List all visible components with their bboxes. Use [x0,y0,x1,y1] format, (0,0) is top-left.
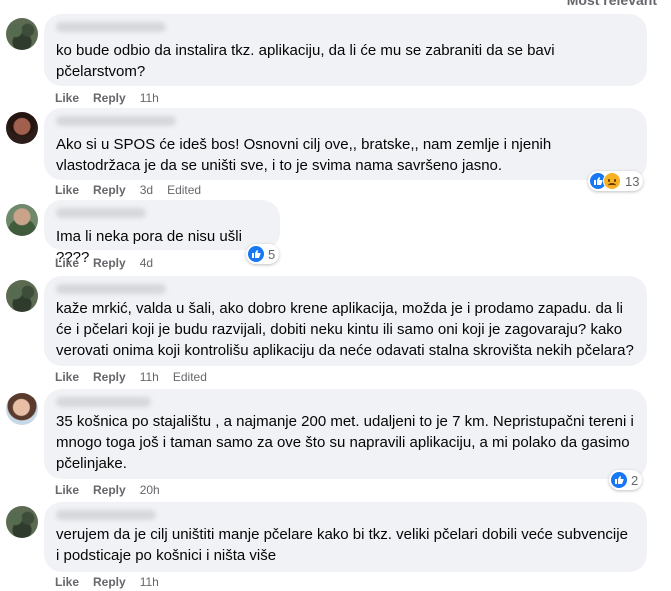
sort-menu[interactable]: Most relevant [567,0,657,8]
avatar[interactable] [6,280,38,312]
reply-button[interactable]: Reply [93,575,126,589]
comment-actions: Like Reply 3d Edited [55,183,201,197]
comment-bubble: kaže mrkić, valda u šali, ako dobro kren… [44,276,647,366]
reply-button[interactable]: Reply [93,483,126,497]
like-button[interactable]: Like [55,256,79,270]
reaction-summary[interactable]: 2 [609,470,643,490]
comment-actions: Like Reply 11h [55,575,173,589]
comment-actions: Like Reply 11h [55,91,173,105]
reply-button[interactable]: Reply [93,256,126,270]
reaction-count: 13 [625,173,640,189]
author-name-blurred[interactable] [56,116,176,126]
reaction-summary[interactable]: 13 [588,171,644,191]
like-button[interactable]: Like [55,370,79,384]
edited-label[interactable]: Edited [167,183,201,197]
reply-button[interactable]: Reply [93,183,126,197]
comment-bubble: ko bude odbio da instalira tkz. aplikaci… [44,14,647,86]
timestamp[interactable]: 11h [140,370,159,384]
reaction-summary[interactable]: 5 [246,244,280,264]
avatar[interactable] [6,112,38,144]
comment-text: ko bude odbio da instalira tkz. aplikaci… [56,42,555,80]
avatar[interactable] [6,204,38,236]
avatar[interactable] [6,393,38,425]
edited-label[interactable]: Edited [173,370,207,384]
comment-actions: Like Reply 11h Edited [55,370,207,384]
comment-actions: Like Reply 20h [55,483,174,497]
comment-bubble: 35 košnica po stajalištu , a najmanje 20… [44,389,647,479]
author-name-blurred[interactable] [56,284,166,294]
like-reaction-icon [611,472,627,488]
reaction-count: 5 [268,246,276,262]
like-button[interactable]: Like [55,483,79,497]
comment-text: verujem da je cilj uništiti manje pčelar… [56,526,628,564]
comment-text: kaže mrkić, valda u šali, ako dobro kren… [56,300,634,359]
author-name-blurred[interactable] [56,510,156,520]
author-name-blurred[interactable] [56,208,146,218]
reply-button[interactable]: Reply [93,370,126,384]
like-button[interactable]: Like [55,183,79,197]
timestamp[interactable]: 11h [140,575,159,589]
author-name-blurred[interactable] [56,22,166,32]
avatar[interactable] [6,506,38,538]
timestamp[interactable]: 11h [140,91,159,105]
reaction-count: 2 [631,472,639,488]
author-name-blurred[interactable] [56,397,151,407]
reply-button[interactable]: Reply [93,91,126,105]
like-button[interactable]: Like [55,91,79,105]
timestamp[interactable]: 3d [140,183,153,197]
comment-bubble: verujem da je cilj uništiti manje pčelar… [44,502,647,572]
comment-bubble: Ako si u SPOS će ideš bos! Osnovni cilj … [44,108,647,180]
timestamp[interactable]: 4d [140,256,153,270]
comment-bubble: Ima li neka pora de nisu ušli ???? [44,200,280,266]
like-button[interactable]: Like [55,575,79,589]
timestamp[interactable]: 20h [140,483,160,497]
sad-reaction-icon [603,172,621,190]
comment-text: 35 košnica po stajalištu , a najmanje 20… [56,413,634,472]
comment-actions: Like Reply 4d [55,256,167,270]
comment-text: Ako si u SPOS će ideš bos! Osnovni cilj … [56,136,552,174]
avatar[interactable] [6,18,38,50]
like-reaction-icon [248,246,264,262]
